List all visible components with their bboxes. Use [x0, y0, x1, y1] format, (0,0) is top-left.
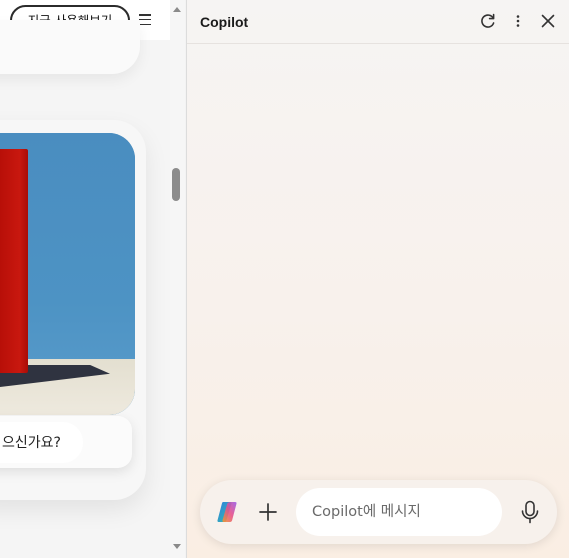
copilot-logo-icon[interactable] [214, 499, 240, 525]
refresh-icon[interactable] [477, 10, 499, 32]
message-composer [200, 480, 557, 544]
scrollbar[interactable] [170, 0, 185, 558]
copilot-sidebar: Copilot [187, 0, 569, 558]
message-input[interactable] [296, 488, 502, 536]
scroll-up-arrow-icon[interactable] [173, 7, 181, 12]
artwork-red-block [0, 149, 28, 373]
microphone-icon[interactable] [518, 499, 542, 525]
plus-icon[interactable] [256, 500, 280, 524]
close-icon[interactable] [537, 10, 559, 32]
previous-card [0, 20, 140, 74]
web-page-pane: 지금 사용해보기 으신가요? [0, 0, 170, 558]
scroll-down-arrow-icon[interactable] [173, 544, 181, 549]
artwork-image[interactable] [0, 133, 135, 415]
copilot-header: Copilot [187, 0, 569, 44]
scroll-thumb[interactable] [172, 168, 180, 201]
question-text: 으신가요? [2, 435, 61, 451]
more-vertical-icon[interactable] [507, 10, 529, 32]
hamburger-menu-icon[interactable] [139, 14, 151, 26]
copilot-title: Copilot [200, 14, 249, 30]
